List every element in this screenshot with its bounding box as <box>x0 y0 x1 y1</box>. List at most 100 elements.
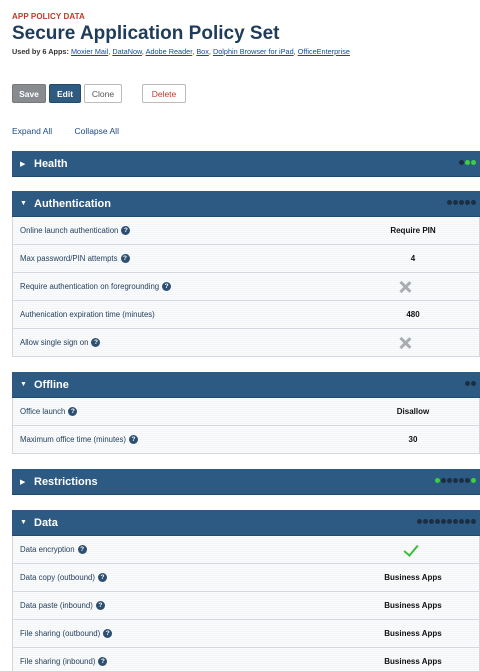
policy-label: Online launch authentication? <box>20 226 131 235</box>
status-dot-icon <box>417 519 422 524</box>
section-header-offline[interactable]: ▼ Offline <box>12 372 480 398</box>
app-link[interactable]: OfficeEnterprise <box>298 47 350 56</box>
help-icon[interactable]: ? <box>91 338 101 347</box>
policy-label: Require authentication on foregrounding? <box>20 282 172 291</box>
policy-value: 30 <box>408 435 418 444</box>
help-icon[interactable]: ? <box>121 226 131 235</box>
app-link[interactable]: Dolphin Browser for iPad <box>213 47 294 56</box>
policy-row[interactable]: Online launch authentication? Require PI… <box>12 217 480 245</box>
status-dot-icon <box>435 519 440 524</box>
policy-row[interactable]: Office launch? Disallow <box>12 398 480 426</box>
policy-value: Business Apps <box>384 629 442 638</box>
help-icon[interactable]: ? <box>120 254 130 263</box>
help-icon[interactable]: ? <box>162 282 172 291</box>
policy-row[interactable]: Max password/PIN attempts? 4 <box>12 245 480 273</box>
policy-label: File sharing (inbound)? <box>20 657 108 666</box>
expand-all-link[interactable]: Expand All <box>12 126 52 136</box>
used-by-line: Used by 6 Apps: Moxier Mail, DataNow, Ad… <box>12 47 350 56</box>
app-link[interactable]: Adobe Reader <box>146 47 193 56</box>
status-dot-icon <box>429 519 434 524</box>
section-header-authentication[interactable]: ▼ Authentication <box>12 191 480 217</box>
policy-label: Authenication expiration time (minutes) <box>20 310 155 319</box>
expand-controls: Expand All Collapse All <box>12 126 119 136</box>
policy-row[interactable]: Data paste (inbound)? Business Apps <box>12 592 480 620</box>
status-dot-icon <box>459 160 464 165</box>
status-dot-icon <box>459 200 464 205</box>
policy-row[interactable]: Maximum office time (minutes)? 30 <box>12 426 480 454</box>
policy-label: Data encryption? <box>20 545 87 554</box>
policy-row[interactable]: Data copy (outbound)? Business Apps <box>12 564 480 592</box>
status-dot-icon <box>471 200 476 205</box>
x-icon <box>399 281 411 293</box>
status-dot-icon <box>453 200 458 205</box>
help-icon[interactable]: ? <box>77 545 87 554</box>
status-dots <box>465 381 476 386</box>
action-toolbar: Save Edit Clone Delete <box>12 84 186 103</box>
app-link[interactable]: Box <box>196 47 209 56</box>
section-health: ▶ Health <box>12 151 480 177</box>
section-title: Restrictions <box>34 475 98 488</box>
help-icon[interactable]: ? <box>68 407 78 416</box>
save-button[interactable]: Save <box>12 84 46 103</box>
status-dots <box>435 478 476 483</box>
status-dot-icon <box>459 519 464 524</box>
check-icon <box>403 541 419 557</box>
section-header-data[interactable]: ▼ Data <box>12 510 480 536</box>
policy-row[interactable]: Require authentication on foregrounding? <box>12 273 480 301</box>
status-dot-icon <box>459 478 464 483</box>
policy-row[interactable]: Authenication expiration time (minutes) … <box>12 301 480 329</box>
expand-arrow-icon: ▶ <box>20 478 26 486</box>
help-icon[interactable]: ? <box>129 435 139 444</box>
policy-value: Business Apps <box>384 573 442 582</box>
status-dot-icon <box>423 519 428 524</box>
section-header-health[interactable]: ▶ Health <box>12 151 480 177</box>
clone-button[interactable]: Clone <box>84 84 122 103</box>
edit-button[interactable]: Edit <box>49 84 81 103</box>
status-dot-icon <box>471 478 476 483</box>
section-title: Health <box>34 157 68 170</box>
delete-button[interactable]: Delete <box>142 84 186 103</box>
policy-label: Max password/PIN attempts? <box>20 254 130 263</box>
status-dot-icon <box>465 160 470 165</box>
status-dot-icon <box>447 200 452 205</box>
help-icon[interactable]: ? <box>103 629 113 638</box>
help-icon[interactable]: ? <box>95 601 105 610</box>
collapse-arrow-icon: ▼ <box>20 200 27 207</box>
help-icon[interactable]: ? <box>98 657 108 666</box>
policy-row[interactable]: File sharing (outbound)? Business Apps <box>12 620 480 648</box>
x-icon <box>399 337 411 349</box>
policy-value: 4 <box>410 254 416 263</box>
policy-row[interactable]: Allow single sign on? <box>12 329 480 357</box>
app-link[interactable]: Moxier Mail <box>71 47 108 56</box>
help-icon[interactable]: ? <box>97 573 107 582</box>
status-dot-icon <box>453 519 458 524</box>
status-dots <box>417 519 476 524</box>
section-header-restrictions[interactable]: ▶ Restrictions <box>12 469 480 495</box>
app-link[interactable]: DataNow <box>112 47 142 56</box>
status-dot-icon <box>435 478 440 483</box>
status-dot-icon <box>441 478 446 483</box>
expand-arrow-icon: ▶ <box>20 160 26 168</box>
page-title: Secure Application Policy Set <box>12 23 280 44</box>
status-dot-icon <box>465 478 470 483</box>
policy-value: 480 <box>406 310 420 319</box>
policy-row[interactable]: Data encryption? <box>12 536 480 564</box>
policy-row[interactable]: File sharing (inbound)? Business Apps <box>12 648 480 671</box>
page-header: APP POLICY DATA Secure Application Polic… <box>12 12 472 56</box>
status-dot-icon <box>471 160 476 165</box>
collapse-arrow-icon: ▼ <box>20 381 27 388</box>
status-dot-icon <box>447 478 452 483</box>
policy-label: Data copy (outbound)? <box>20 573 107 582</box>
policy-value: Business Apps <box>384 657 442 666</box>
status-dot-icon <box>447 519 452 524</box>
section-offline: ▼ Offline Office launch? Disallow Maximu… <box>12 372 480 454</box>
status-dot-icon <box>465 519 470 524</box>
section-authentication: ▼ Authentication Online launch authentic… <box>12 191 480 357</box>
policy-value: Require PIN <box>390 226 436 235</box>
status-dot-icon <box>465 200 470 205</box>
section-title: Offline <box>34 378 69 391</box>
status-dot-icon <box>471 519 476 524</box>
policy-label: Office launch? <box>20 407 78 416</box>
section-data: ▼ Data Data encryption? Data copy (outbo… <box>12 510 480 671</box>
collapse-all-link[interactable]: Collapse All <box>75 126 119 136</box>
